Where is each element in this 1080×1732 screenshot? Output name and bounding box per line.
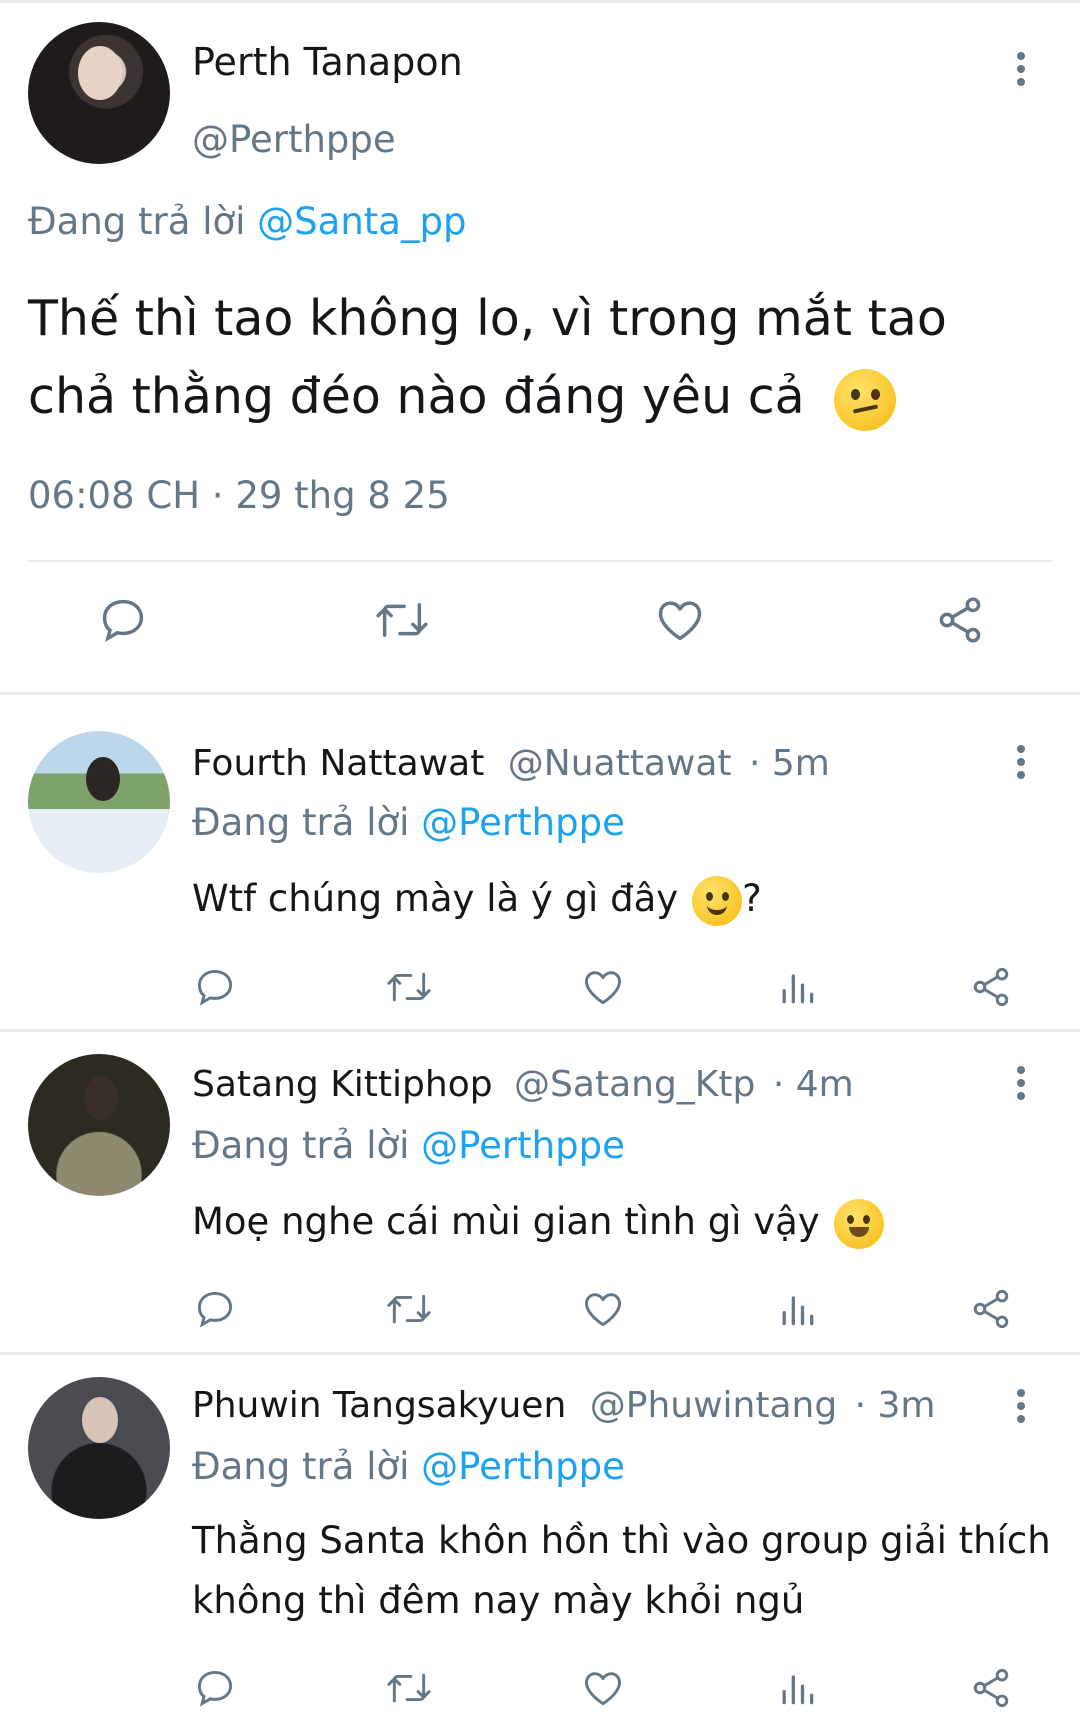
main-tweet: Perth Tanapon @Perthppe Đang trả lời @Sa… <box>0 0 1080 692</box>
tweet-body: Thế thì tao không lo, vì trong mắt tao c… <box>28 290 947 425</box>
retweet-icon[interactable] <box>372 590 432 650</box>
author-name[interactable]: Satang Kittiphop <box>192 1064 493 1105</box>
retweet-icon[interactable] <box>384 1284 434 1334</box>
reply-time: · 5m <box>748 743 830 784</box>
replying-to: Đang trả lời @Santa_pp <box>28 200 466 243</box>
reply-body-suffix: ? <box>742 877 762 920</box>
avatar[interactable] <box>28 731 170 873</box>
tweet-text: Thế thì tao không lo, vì trong mắt tao c… <box>28 280 1038 436</box>
more-options-icon[interactable] <box>1006 52 1036 86</box>
avatar[interactable] <box>28 1054 170 1196</box>
share-icon[interactable] <box>930 590 990 650</box>
replying-prefix: Đang trả lời <box>192 801 410 844</box>
reply-header: Phuwin Tangsakyuen @Phuwintang · 3m <box>192 1385 936 1426</box>
grinning-face-emoji <box>833 1198 884 1249</box>
reply-header: Satang Kittiphop @Satang_Ktp · 4m <box>192 1064 854 1105</box>
replying-to: Đang trả lời @Perthppe <box>192 1445 625 1488</box>
analytics-icon[interactable] <box>772 1284 822 1334</box>
reply-text: Wtf chúng mày là ý gì đây? <box>192 869 1052 929</box>
more-options-icon[interactable] <box>1006 745 1036 779</box>
reply-body: Moẹ nghe cái mùi gian tình gì vậy <box>192 1200 820 1243</box>
author-handle[interactable]: @Nuattawat <box>508 743 732 784</box>
reply-icon[interactable] <box>190 1284 240 1334</box>
retweet-icon[interactable] <box>384 1663 434 1713</box>
reply-time: · 4m <box>772 1064 854 1105</box>
slightly-smiling-face-emoji <box>692 875 743 926</box>
tweet-timestamp: 06:08 CH · 29 thg 8 25 <box>28 474 450 517</box>
share-icon[interactable] <box>966 1284 1016 1334</box>
author-name[interactable]: Phuwin Tangsakyuen <box>192 1385 566 1426</box>
like-icon[interactable] <box>578 1663 628 1713</box>
author-name[interactable]: Fourth Nattawat <box>192 743 484 784</box>
like-icon[interactable] <box>578 962 628 1012</box>
share-icon[interactable] <box>966 1663 1016 1713</box>
reply-tweet[interactable]: Phuwin Tangsakyuen @Phuwintang · 3m Đang… <box>0 1355 1080 1732</box>
replying-to: Đang trả lời @Perthppe <box>192 1124 625 1167</box>
author-handle[interactable]: @Perthppe <box>192 118 396 161</box>
replying-to: Đang trả lời @Perthppe <box>192 801 625 844</box>
reply-header: Fourth Nattawat @Nuattawat · 5m <box>192 743 830 784</box>
reply-time: · 3m <box>854 1385 936 1426</box>
mention-link[interactable]: @Santa_pp <box>257 200 466 243</box>
avatar[interactable] <box>28 22 170 164</box>
like-icon[interactable] <box>650 590 710 650</box>
retweet-icon[interactable] <box>384 962 434 1012</box>
reply-text: Moẹ nghe cái mùi gian tình gì vậy <box>192 1192 1052 1252</box>
more-options-icon[interactable] <box>1006 1389 1036 1423</box>
reply-icon[interactable] <box>190 962 240 1012</box>
author-handle[interactable]: @Satang_Ktp <box>514 1064 755 1105</box>
mention-link[interactable]: @Perthppe <box>421 1124 625 1167</box>
replying-prefix: Đang trả lời <box>28 200 246 243</box>
analytics-icon[interactable] <box>772 1663 822 1713</box>
analytics-icon[interactable] <box>772 962 822 1012</box>
reply-icon[interactable] <box>190 1663 240 1713</box>
confused-face-emoji <box>834 368 897 431</box>
reply-text: Thằng Santa khôn hồn thì vào group giải … <box>192 1519 1051 1622</box>
tweet-actions <box>0 590 1080 660</box>
more-options-icon[interactable] <box>1006 1066 1036 1100</box>
author-handle[interactable]: @Phuwintang <box>590 1385 837 1426</box>
divider <box>28 560 1052 562</box>
reply-body: Wtf chúng mày là ý gì đây <box>192 877 679 920</box>
share-icon[interactable] <box>966 962 1016 1012</box>
reply-icon[interactable] <box>93 590 153 650</box>
reply-tweet[interactable]: Satang Kittiphop @Satang_Ktp · 4m Đang t… <box>0 1032 1080 1352</box>
replying-prefix: Đang trả lời <box>192 1445 410 1488</box>
mention-link[interactable]: @Perthppe <box>421 801 625 844</box>
like-icon[interactable] <box>578 1284 628 1334</box>
replying-prefix: Đang trả lời <box>192 1124 410 1167</box>
avatar[interactable] <box>28 1377 170 1519</box>
reply-tweet[interactable]: Fourth Nattawat @Nuattawat · 5m Đang trả… <box>0 695 1080 1029</box>
mention-link[interactable]: @Perthppe <box>421 1445 625 1488</box>
author-name[interactable]: Perth Tanapon <box>192 40 463 84</box>
